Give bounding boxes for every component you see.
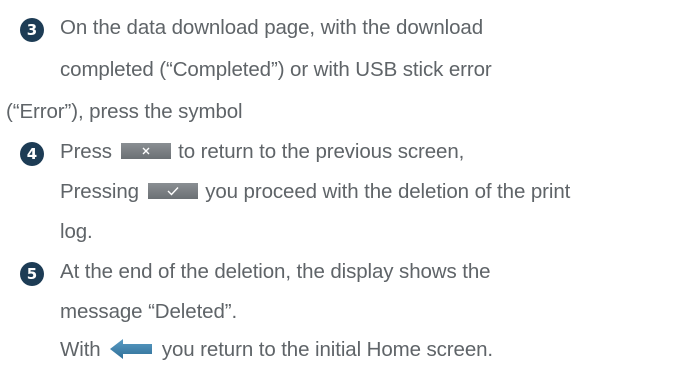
step-3-line-3: (“Error”), press the symbol xyxy=(6,100,243,123)
step-4-pressing-text: Pressing xyxy=(60,180,139,203)
step-5-with-text: With xyxy=(60,338,101,361)
step-5-return-text: you return to the initial Home screen. xyxy=(161,338,494,361)
step-3-line-1: On the data download page, with the down… xyxy=(60,16,483,39)
step-3-badge: 3 xyxy=(20,18,44,42)
step-5-line-3: With you return to the initial Home scre… xyxy=(60,336,493,368)
step-4-press-text: Press xyxy=(60,140,112,163)
step-4-line-1: Press to return to the previous screen, xyxy=(60,138,464,166)
step-4-return-text: to return to the previous screen, xyxy=(178,140,465,163)
step-4-line-2: Pressing you proceed with the deletion o… xyxy=(60,178,570,206)
step-4-proceed-text: you proceed with the deletion of the pri… xyxy=(205,180,571,203)
step-4-line-3: log. xyxy=(60,220,93,243)
back-arrow-icon xyxy=(109,338,153,368)
checkmark-key-icon xyxy=(147,183,198,199)
step-3-line-2: completed (“Completed”) or with USB stic… xyxy=(60,58,492,81)
step-5-badge: 5 xyxy=(20,262,44,286)
step-5-line-1: At the end of the deletion, the display … xyxy=(60,260,491,283)
step-5-line-2: message “Deleted”. xyxy=(60,300,238,323)
x-key-icon xyxy=(120,143,171,159)
step-4-badge: 4 xyxy=(20,142,44,166)
